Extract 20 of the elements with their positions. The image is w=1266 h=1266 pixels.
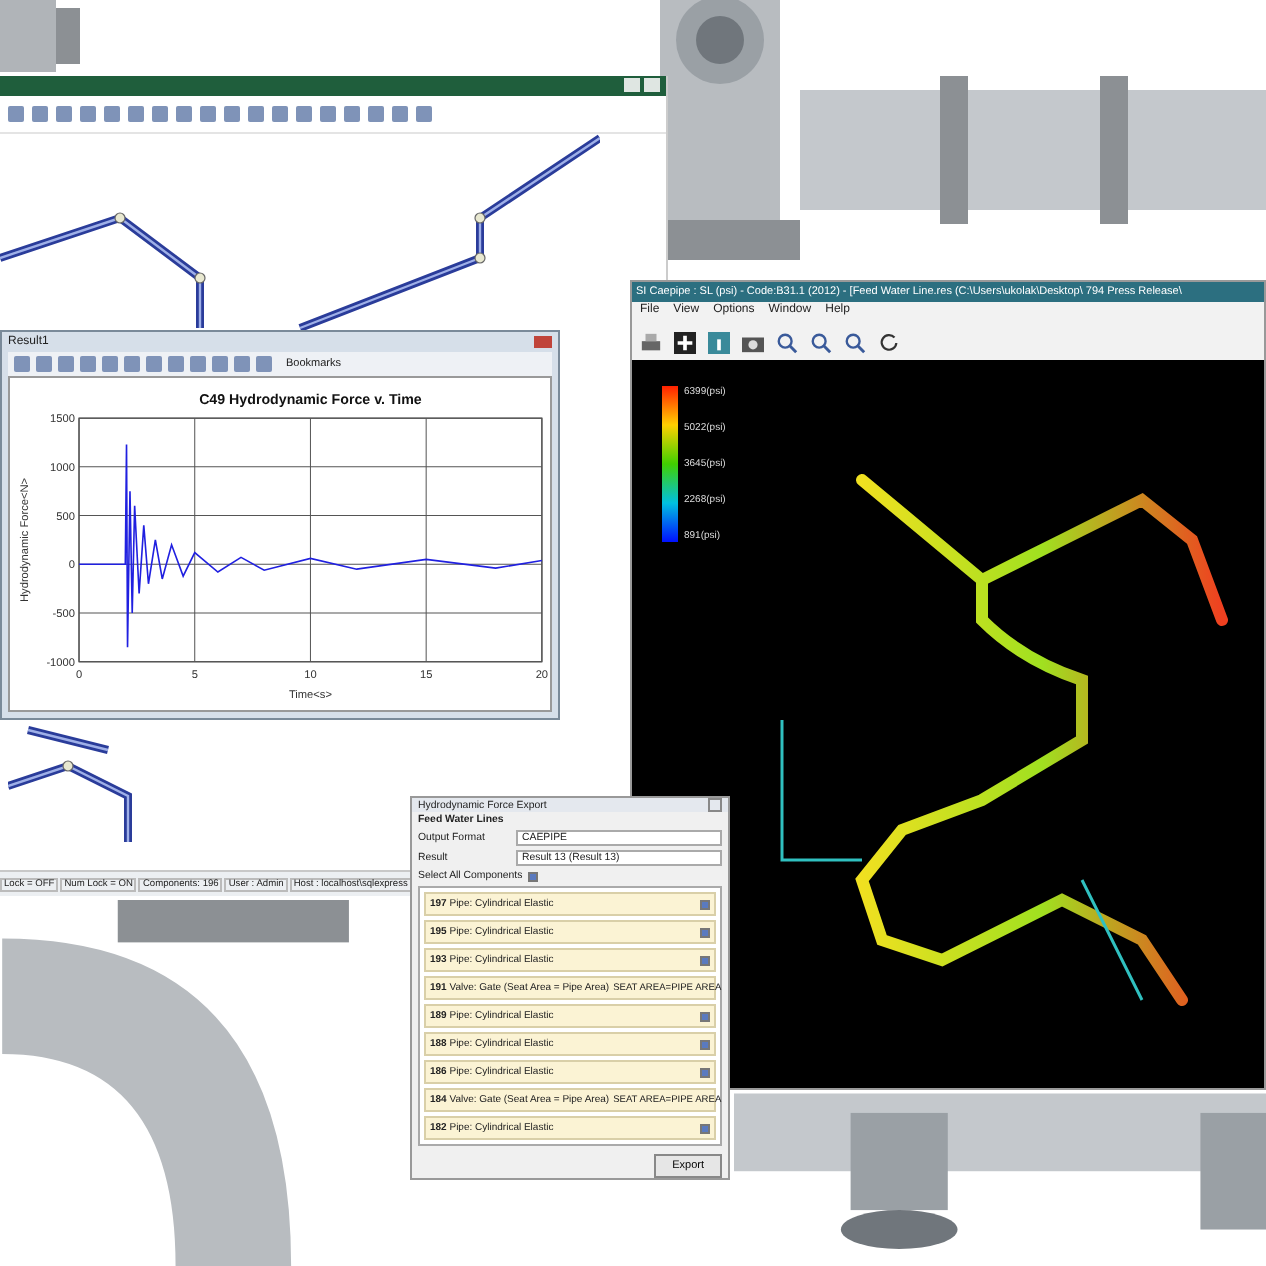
checkbox[interactable] <box>700 927 710 937</box>
chart-title: C49 Hydrodynamic Force v. Time <box>199 391 422 408</box>
checkbox[interactable] <box>700 1011 710 1021</box>
zoom-icon[interactable] <box>776 331 798 353</box>
maximize-icon[interactable] <box>644 78 660 92</box>
info-icon[interactable] <box>708 331 730 353</box>
print-icon[interactable] <box>640 331 662 353</box>
zoom-icon[interactable] <box>810 331 832 353</box>
checkbox[interactable] <box>528 871 539 881</box>
refresh-icon[interactable] <box>878 331 900 353</box>
pipe-artwork-drawing <box>0 0 80 72</box>
close-icon[interactable] <box>708 798 722 812</box>
checkbox[interactable] <box>700 899 710 909</box>
plus-icon[interactable] <box>674 331 696 353</box>
checkbox[interactable] <box>700 955 710 965</box>
checkbox[interactable] <box>700 1067 710 1077</box>
zoom-icon[interactable] <box>844 331 866 353</box>
checkbox[interactable] <box>700 1039 710 1049</box>
minimize-icon[interactable] <box>624 78 640 92</box>
checkbox[interactable] <box>700 1123 710 1133</box>
